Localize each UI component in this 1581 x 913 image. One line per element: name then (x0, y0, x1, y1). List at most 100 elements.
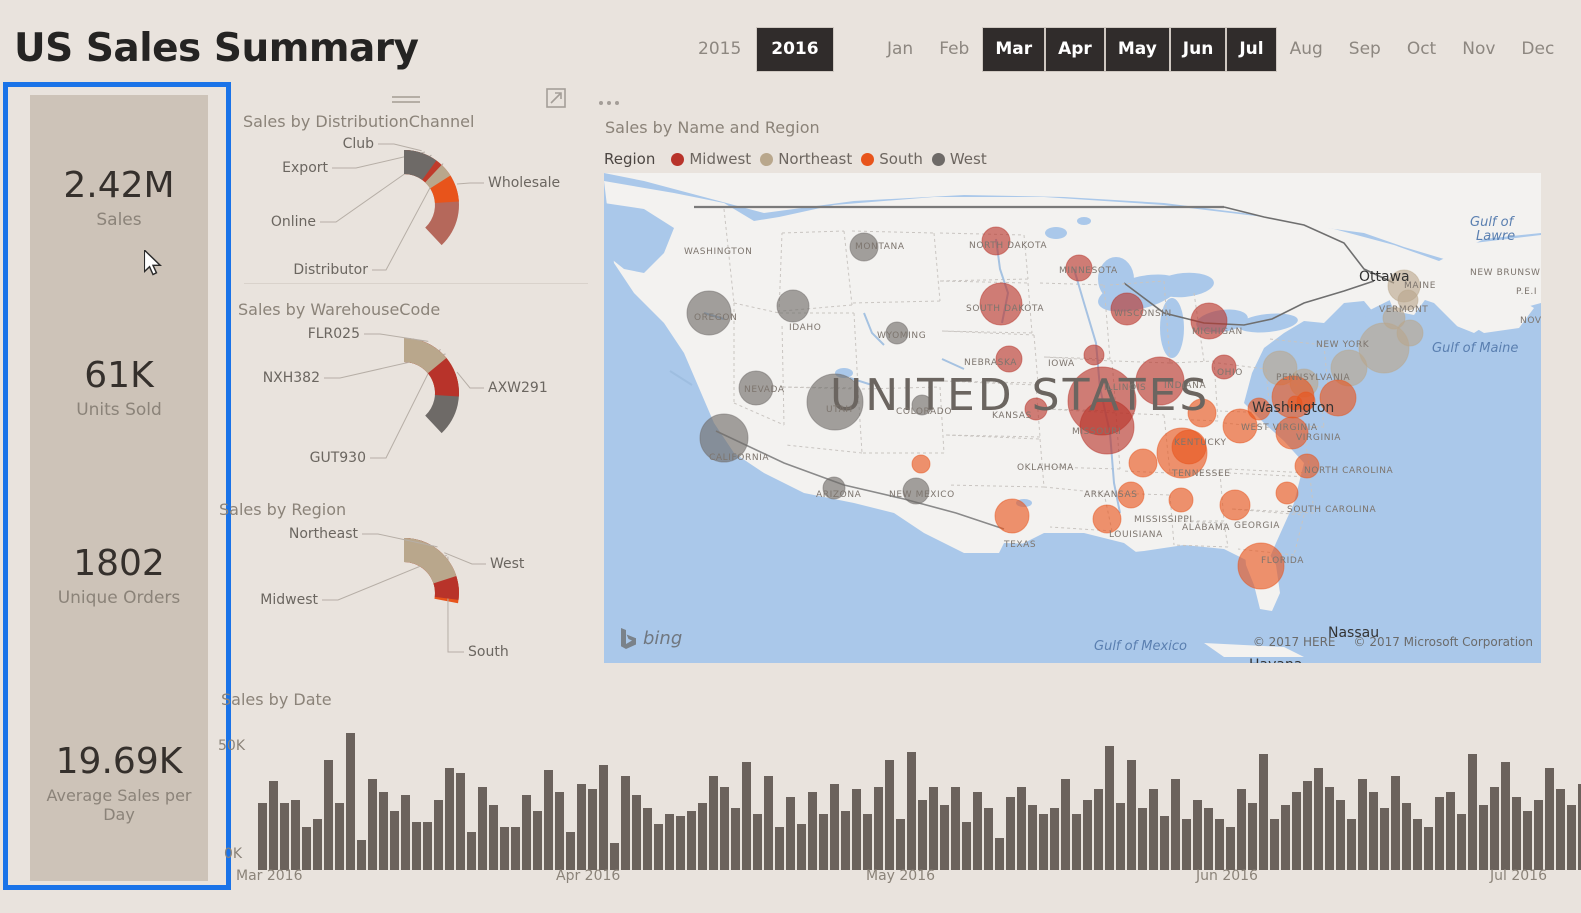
bar[interactable] (753, 813, 762, 870)
slicer-month-aug[interactable]: Aug (1277, 29, 1336, 70)
bar[interactable] (1050, 808, 1059, 870)
map-bubble-south[interactable] (1128, 448, 1158, 478)
bar[interactable] (1215, 818, 1224, 870)
bar[interactable] (1303, 781, 1312, 870)
bar[interactable] (1259, 754, 1268, 870)
bar[interactable] (324, 759, 333, 870)
bar[interactable] (588, 789, 597, 870)
bar[interactable] (368, 778, 377, 870)
bar-series[interactable] (258, 720, 1581, 870)
bar[interactable] (995, 837, 1004, 870)
map-bubble-northeast[interactable] (1396, 319, 1424, 347)
map-legend-item-northeast[interactable]: Northeast (760, 150, 852, 168)
bar[interactable] (1314, 767, 1323, 870)
map-bubble-west[interactable] (776, 289, 810, 323)
bar[interactable] (1237, 789, 1246, 870)
bar[interactable] (687, 810, 696, 870)
slicer-month-jul[interactable]: Jul (1226, 27, 1277, 72)
map-bubble-midwest[interactable] (1190, 302, 1228, 340)
bar[interactable] (1193, 800, 1202, 870)
map-bubble-midwest[interactable] (1135, 356, 1185, 406)
bar[interactable] (1116, 802, 1125, 870)
bar[interactable] (1369, 791, 1378, 870)
bar[interactable] (478, 786, 487, 870)
map-legend-item-west[interactable]: West (931, 150, 987, 168)
bar[interactable] (830, 783, 839, 870)
map-bubble-midwest[interactable] (981, 226, 1011, 256)
bar[interactable] (951, 786, 960, 870)
bar[interactable] (291, 800, 300, 870)
bar[interactable] (1347, 818, 1356, 870)
map-bubble-midwest[interactable] (1083, 344, 1105, 366)
bar[interactable] (852, 789, 861, 870)
bar-chart-sales-by-date[interactable] (236, 710, 1581, 870)
slicer-month-dec[interactable]: Dec (1508, 29, 1567, 70)
map-bubble-south[interactable] (1219, 489, 1251, 521)
bar[interactable] (643, 808, 652, 870)
bar[interactable] (808, 791, 817, 870)
bar[interactable] (412, 821, 421, 870)
bar[interactable] (401, 794, 410, 870)
map-bubble-west[interactable] (911, 394, 933, 416)
map-bubble-south[interactable] (1187, 398, 1217, 428)
bar[interactable] (1380, 808, 1389, 870)
bar[interactable] (1325, 786, 1334, 870)
slicer-month-jan[interactable]: Jan (874, 29, 926, 70)
visual-toolbar[interactable] (392, 88, 620, 112)
map-bubble-south[interactable] (911, 454, 931, 474)
slicer-month-may[interactable]: May (1104, 27, 1170, 72)
bar[interactable] (1039, 813, 1048, 870)
bar[interactable] (1028, 805, 1037, 870)
map-bubble-midwest[interactable] (979, 282, 1023, 326)
kpi-panel-selected[interactable]: 2.42M Sales 61K Units Sold 1802 Unique O… (3, 82, 231, 890)
bar[interactable] (621, 775, 630, 870)
bar[interactable] (940, 805, 949, 870)
map-bubble-south[interactable] (1117, 481, 1145, 509)
bar[interactable] (1171, 778, 1180, 870)
bar[interactable] (599, 765, 608, 870)
bar[interactable] (566, 832, 575, 870)
bar[interactable] (258, 802, 267, 870)
bar[interactable] (1545, 767, 1554, 870)
bar[interactable] (1127, 759, 1136, 870)
kpi-card-average-sales-per-day[interactable]: 19.69K Average Sales per Day (30, 743, 208, 824)
bar[interactable] (709, 775, 718, 870)
bar[interactable] (1105, 746, 1114, 870)
bar[interactable] (1512, 797, 1521, 870)
slicer-year-2015[interactable]: 2015 (683, 27, 756, 72)
bar[interactable] (522, 794, 531, 870)
map-bubble-south[interactable] (1319, 379, 1357, 417)
map-bubble-midwest[interactable] (1211, 354, 1237, 380)
bar[interactable] (544, 770, 553, 870)
donut-chart-distribution-channel[interactable]: Wholesale Distributor Online Export Club (258, 130, 588, 280)
bar[interactable] (1479, 805, 1488, 870)
bar[interactable] (973, 791, 982, 870)
map-bubble-west[interactable] (902, 477, 930, 505)
bar[interactable] (698, 802, 707, 870)
map-bubble-west[interactable] (686, 290, 732, 336)
bar[interactable] (434, 800, 443, 870)
bar[interactable] (907, 751, 916, 870)
bar[interactable] (1094, 789, 1103, 870)
bar[interactable] (1006, 797, 1015, 870)
bar[interactable] (1435, 797, 1444, 870)
bar[interactable] (665, 813, 674, 870)
bar[interactable] (1556, 789, 1565, 870)
bar[interactable] (511, 826, 520, 870)
filter-handle-icon[interactable] (392, 91, 422, 110)
map-bubble-south[interactable] (1275, 416, 1309, 450)
bar[interactable] (929, 786, 938, 870)
bar[interactable] (786, 797, 795, 870)
bar[interactable] (863, 813, 872, 870)
map-bubble-west[interactable] (806, 373, 864, 431)
bar[interactable] (797, 824, 806, 870)
donut-svg[interactable]: AXW291 GUT930 NXH382 FLR025 (258, 318, 588, 468)
bar[interactable] (610, 843, 619, 870)
bar[interactable] (302, 826, 311, 870)
map-bubble-west[interactable] (849, 232, 879, 262)
map-legend[interactable]: Region Midwest Northeast South West (604, 150, 987, 168)
bar[interactable] (1281, 805, 1290, 870)
bar[interactable] (1490, 786, 1499, 870)
bar[interactable] (1391, 775, 1400, 870)
map-bubble-west[interactable] (738, 370, 774, 406)
